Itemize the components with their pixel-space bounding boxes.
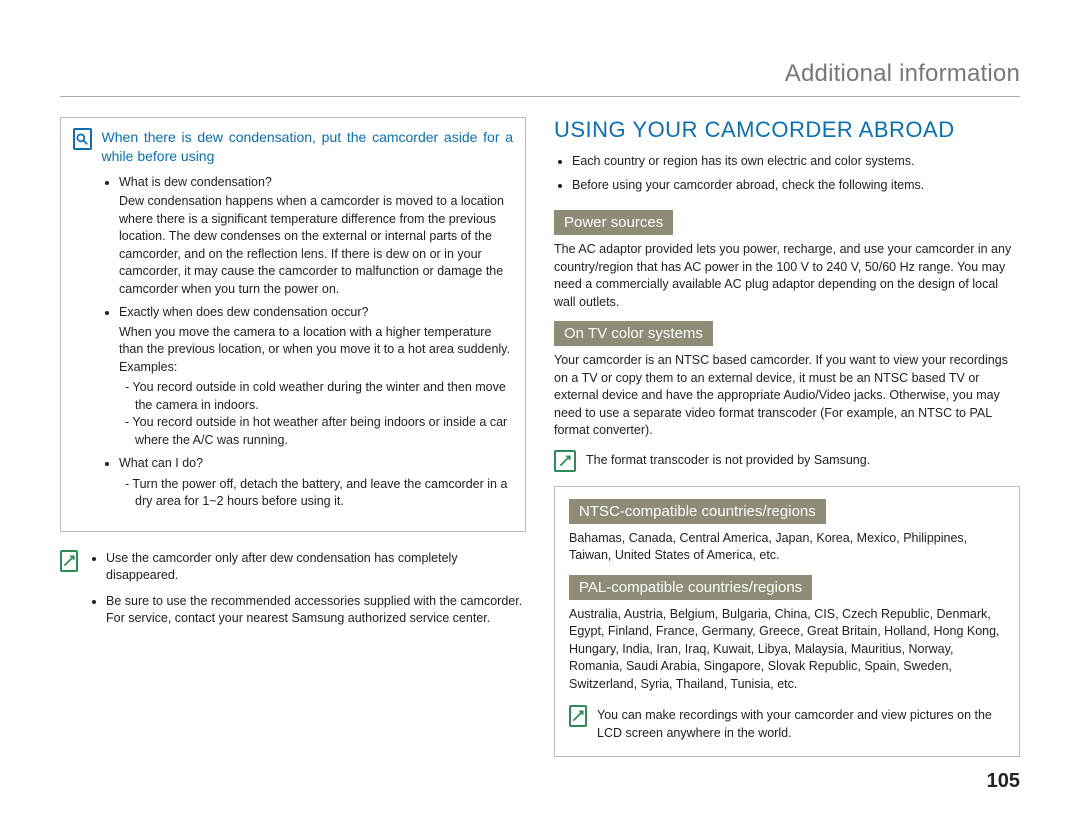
page-title: Additional information (60, 60, 1020, 88)
ntsc-list: Bahamas, Canada, Central America, Japan,… (569, 530, 1005, 565)
manual-page: Additional information When there is dew… (0, 0, 1080, 825)
subsection-tag-pal: PAL-compatible countries/regions (569, 575, 812, 600)
note-icon (60, 550, 78, 572)
faq-question: What can I do? (119, 456, 203, 470)
pal-list: Australia, Austria, Belgium, Bulgaria, C… (569, 606, 1005, 694)
action-item: Turn the power off, detach the battery, … (125, 476, 513, 511)
note-icon (569, 705, 587, 727)
magnifier-icon (73, 128, 92, 150)
page-number: 105 (987, 770, 1020, 793)
note-item: Use the camcorder only after dew condens… (106, 550, 526, 585)
intro-bullet: Each country or region has its own elect… (572, 153, 1020, 171)
dew-condensation-box: When there is dew condensation, put the … (60, 117, 526, 532)
note-icon (554, 450, 576, 472)
note-item: Be sure to use the recommended accessori… (106, 593, 526, 628)
left-column: When there is dew condensation, put the … (60, 117, 526, 757)
subsection-tag-tv: On TV color systems (554, 321, 713, 346)
faq-item: What is dew condensation? Dew condensati… (119, 174, 513, 299)
section-heading: USING YOUR CAMCORDER ABROAD (554, 117, 1020, 143)
divider (60, 96, 1020, 97)
note-block: Use the camcorder only after dew condens… (60, 550, 526, 636)
faq-question: What is dew condensation? (119, 175, 272, 189)
note-text: You can make recordings with your camcor… (597, 705, 1005, 742)
power-text: The AC adaptor provided lets you power, … (554, 241, 1020, 311)
example-item: You record outside in hot weather after … (125, 414, 513, 449)
regions-box: NTSC-compatible countries/regions Bahama… (554, 486, 1020, 758)
faq-item: What can I do? Turn the power off, detac… (119, 455, 513, 511)
tv-text: Your camcorder is an NTSC based camcorde… (554, 352, 1020, 440)
faq-question: Exactly when does dew condensation occur… (119, 305, 368, 319)
subsection-tag-ntsc: NTSC-compatible countries/regions (569, 499, 826, 524)
faq-answer: When you move the camera to a location w… (119, 324, 513, 377)
intro-bullet: Before using your camcorder abroad, chec… (572, 177, 1020, 195)
note-block: You can make recordings with your camcor… (569, 705, 1005, 742)
two-column-layout: When there is dew condensation, put the … (60, 117, 1020, 757)
faq-answer: Dew condensation happens when a camcorde… (119, 193, 513, 298)
right-column: USING YOUR CAMCORDER ABROAD Each country… (554, 117, 1020, 757)
example-item: You record outside in cold weather durin… (125, 379, 513, 414)
dew-lead-text: When there is dew condensation, put the … (102, 128, 513, 166)
subsection-tag-power: Power sources (554, 210, 673, 235)
note-block: The format transcoder is not provided by… (554, 450, 1020, 472)
note-text: The format transcoder is not provided by… (586, 450, 870, 470)
faq-item: Exactly when does dew condensation occur… (119, 304, 513, 449)
